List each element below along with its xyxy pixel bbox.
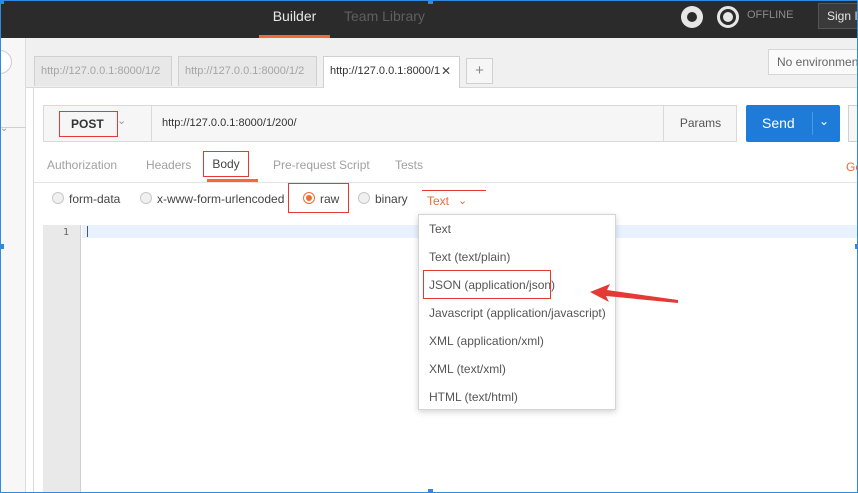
params-button[interactable]: Params — [663, 106, 737, 141]
radio-button[interactable] — [140, 192, 152, 204]
radio-label: raw — [320, 192, 340, 206]
sidebar-toggle[interactable] — [0, 50, 12, 74]
send-divider — [812, 112, 813, 135]
menu-item-text[interactable]: Text — [419, 216, 615, 242]
tab-body[interactable]: Body — [203, 151, 249, 177]
save-button[interactable] — [848, 105, 858, 142]
top-bar: Builder Team Library OFFLINE Sign In — [0, 0, 858, 38]
close-icon[interactable]: ✕ — [441, 57, 451, 85]
send-button[interactable]: Send ⌄ — [746, 105, 840, 142]
environment-select[interactable]: No environment — [768, 49, 858, 75]
tab-team-library[interactable]: Team Library — [344, 0, 425, 38]
chevron-down-icon[interactable]: ⌄ — [819, 114, 829, 128]
sync-status: OFFLINE — [747, 9, 794, 21]
raw-highlight-box — [288, 183, 349, 213]
tab-headers[interactable]: Headers — [146, 158, 191, 172]
arrow-annotation-icon — [590, 284, 678, 303]
radio-button[interactable] — [358, 192, 370, 204]
url-input[interactable]: http://127.0.0.1:8000/1/200/ — [153, 106, 663, 141]
generate-code-link[interactable]: Ge — [846, 160, 858, 174]
request-tab-bar: http://127.0.0.1:8000/1/2 http://127.0.0… — [26, 38, 858, 88]
sign-in-button[interactable]: Sign In — [818, 3, 858, 29]
raw-format-value: Text — [427, 194, 450, 208]
menu-item-text-plain[interactable]: Text (text/plain) — [419, 244, 615, 270]
tab-tests[interactable]: Tests — [395, 158, 423, 172]
request-tab-active[interactable]: http://127.0.0.1:8000/1 ✕ — [323, 56, 460, 88]
line-number: 1 — [62, 227, 69, 238]
sidebar: ⌄ — [0, 38, 26, 493]
menu-item-xml-text[interactable]: XML (text/xml) — [419, 356, 615, 382]
radio-label: form-data — [69, 192, 121, 206]
chevron-down-icon: ⌄ — [117, 115, 127, 127]
request-tab-url: http://127.0.0.1:8000/1/2 — [185, 65, 305, 77]
sync-icon[interactable] — [717, 6, 739, 28]
tab-builder[interactable]: Builder — [259, 0, 330, 38]
method-label: POST — [59, 111, 118, 137]
tab-authorization[interactable]: Authorization — [47, 158, 117, 172]
interceptor-icon[interactable] — [681, 6, 703, 28]
chevron-down-icon: ⌄ — [458, 195, 468, 207]
raw-format-select[interactable]: Text ⌄ — [422, 190, 486, 210]
method-select[interactable]: POST ⌄ — [45, 106, 152, 141]
menu-item-xml-application[interactable]: XML (application/xml) — [419, 328, 615, 354]
text-caret — [87, 226, 88, 237]
panel-border — [33, 88, 34, 493]
format-dropdown-menu: Text Text (text/plain) JSON (application… — [418, 214, 616, 410]
tab-pre-request-script[interactable]: Pre-request Script — [273, 158, 370, 172]
request-line: POST ⌄ http://127.0.0.1:8000/1/200/ Para… — [43, 105, 737, 142]
request-tab[interactable]: http://127.0.0.1:8000/1/2 — [34, 56, 172, 86]
request-tab-url: http://127.0.0.1:8000/1 — [330, 65, 441, 77]
add-tab-button[interactable]: + — [466, 58, 493, 84]
editor-gutter: 1 — [43, 225, 81, 493]
request-tab-url: http://127.0.0.1:8000/1/2 — [41, 65, 161, 77]
menu-item-javascript[interactable]: Javascript (application/javascript) — [419, 300, 615, 326]
chevron-down-icon[interactable]: ⌄ — [0, 123, 12, 134]
json-highlight-box — [423, 270, 551, 299]
radio-label: binary — [375, 192, 408, 206]
radio-button-checked[interactable] — [303, 192, 315, 204]
radio-button[interactable] — [52, 192, 64, 204]
radio-label: x-www-form-urlencoded — [157, 192, 285, 206]
send-label: Send — [762, 115, 795, 131]
request-tab[interactable]: http://127.0.0.1:8000/1/2 — [178, 56, 317, 86]
menu-item-html[interactable]: HTML (text/html) — [419, 384, 615, 410]
tabs-divider — [33, 182, 858, 183]
